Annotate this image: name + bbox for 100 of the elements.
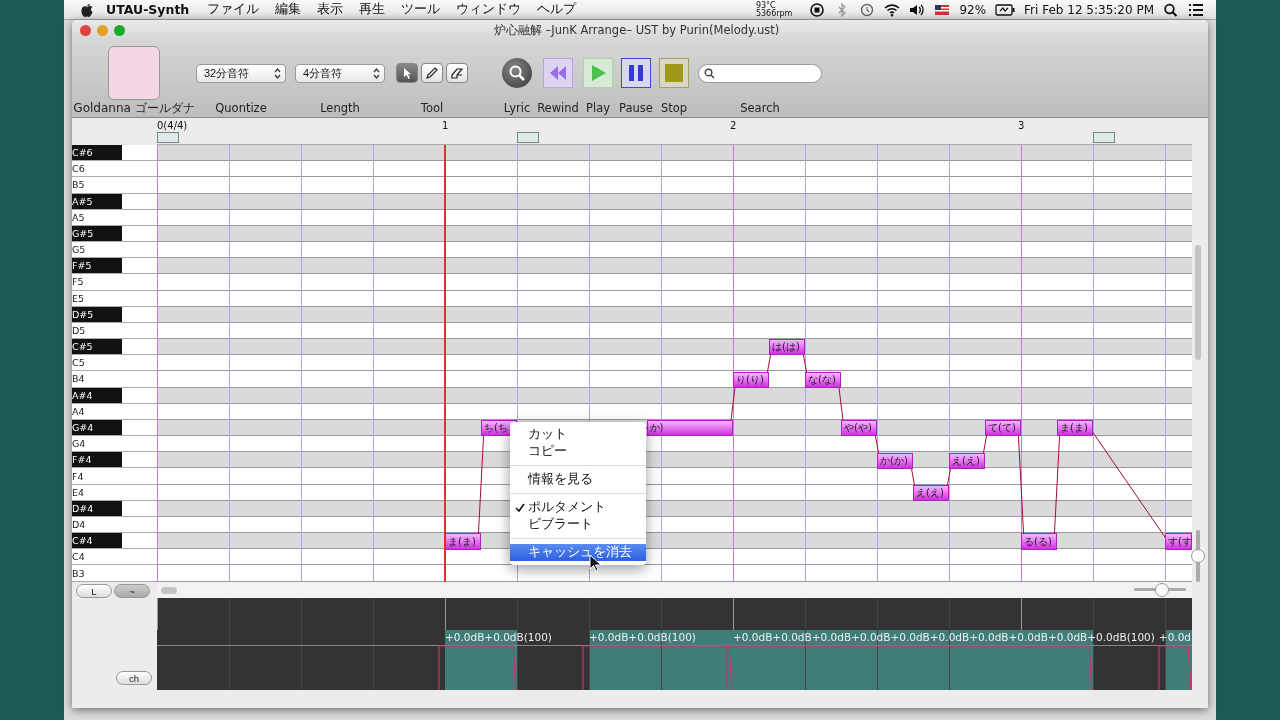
piano-key[interactable]: C5 bbox=[72, 357, 85, 369]
envelope-panel[interactable]: +0.0dB+0.0dB(100) +0.0dB+0.0dB(100) +0.0dB+0.0dB+0.0dB+0.0dB+0.0dB+0.0dB+0.0dB+0.0dB+0.0dB+0.0dB(100) +0.0d bbox=[157, 598, 1192, 690]
toggle-button[interactable]: ~ bbox=[114, 584, 150, 598]
envelope-curve[interactable] bbox=[582, 645, 733, 690]
piano-key[interactable]: C#5 bbox=[72, 339, 122, 355]
apple-icon[interactable] bbox=[80, 1, 94, 18]
scrollbar-thumb[interactable] bbox=[161, 586, 177, 594]
menu-item[interactable]: ビブラート bbox=[510, 516, 646, 533]
menu-item[interactable]: 情報を見る bbox=[510, 471, 646, 488]
play-button[interactable] bbox=[583, 58, 613, 88]
vertical-zoom-slider[interactable] bbox=[1191, 530, 1205, 582]
tempo-marker[interactable] bbox=[157, 132, 179, 143]
avatar-placeholder[interactable] bbox=[108, 46, 160, 100]
wifi-icon[interactable] bbox=[884, 2, 901, 17]
envelope-curve[interactable] bbox=[1158, 645, 1192, 690]
piano-key[interactable]: B5 bbox=[72, 179, 85, 191]
record-icon[interactable] bbox=[809, 2, 826, 17]
note-block[interactable]: か) bbox=[646, 420, 733, 437]
measure-label: 0(4/4) bbox=[157, 120, 188, 131]
menu-item[interactable]: 再生 bbox=[359, 1, 386, 18]
scrollbar-thumb[interactable] bbox=[1195, 245, 1201, 360]
app-menu[interactable]: UTAU-Synth bbox=[106, 2, 190, 17]
pointer-tool-button[interactable] bbox=[396, 63, 418, 83]
note-block[interactable]: は(は) bbox=[769, 339, 805, 356]
note-block[interactable]: て(て) bbox=[985, 420, 1021, 437]
menu-item[interactable]: コピー bbox=[510, 443, 646, 460]
eraser-icon bbox=[451, 67, 463, 79]
piano-key[interactable]: C6 bbox=[72, 163, 85, 175]
lyric-search-button[interactable] bbox=[502, 58, 532, 88]
sensor-readout[interactable]: 93°C 5366rpm bbox=[755, 1, 793, 18]
piano-key[interactable]: B3 bbox=[72, 567, 85, 579]
flag-icon[interactable] bbox=[934, 2, 951, 17]
piano-key[interactable]: C4 bbox=[72, 551, 85, 563]
piano-key[interactable]: C#6 bbox=[72, 145, 122, 161]
status-text[interactable]: Fri Feb 12 5:35:20 PM bbox=[1024, 2, 1154, 17]
note-length-dropdown[interactable]: 32分音符 bbox=[196, 63, 286, 83]
pause-button[interactable] bbox=[621, 58, 651, 88]
piano-key[interactable]: F5 bbox=[72, 276, 84, 288]
piano-key[interactable]: B4 bbox=[72, 373, 85, 385]
clock-icon[interactable] bbox=[859, 2, 876, 17]
magnifier-icon bbox=[508, 64, 526, 82]
menu-item[interactable]: 編集 bbox=[275, 1, 302, 18]
timeline-ruler[interactable]: 0(4/4) 1 2 3 bbox=[157, 118, 1192, 145]
close-button[interactable] bbox=[80, 24, 91, 36]
envelope-curve[interactable] bbox=[438, 645, 517, 690]
search-icon[interactable] bbox=[1163, 2, 1179, 17]
pencil-tool-button[interactable] bbox=[421, 63, 443, 83]
note-block[interactable]: り(り) bbox=[733, 371, 769, 388]
minimize-button[interactable] bbox=[97, 24, 108, 36]
note-block[interactable]: や(や) bbox=[841, 420, 877, 437]
slider-thumb[interactable] bbox=[1154, 583, 1169, 597]
menu-item[interactable]: ポルタメント bbox=[510, 499, 646, 516]
slider-thumb[interactable] bbox=[1191, 549, 1205, 563]
stop-icon bbox=[664, 63, 684, 83]
list-icon[interactable] bbox=[1188, 2, 1204, 17]
battery-icon[interactable] bbox=[995, 2, 1016, 17]
toolbar-label: Goldanna ゴールダナ bbox=[73, 102, 195, 115]
piano-key[interactable]: F#5 bbox=[72, 258, 122, 274]
piano-key[interactable]: F4 bbox=[72, 470, 84, 482]
stop-button[interactable] bbox=[659, 58, 689, 88]
status-text[interactable]: 92% bbox=[959, 2, 987, 17]
piano-key[interactable]: A4 bbox=[72, 405, 85, 417]
search-icon bbox=[704, 67, 715, 79]
tempo-marker[interactable] bbox=[1093, 132, 1115, 143]
piano-key[interactable]: E5 bbox=[72, 292, 85, 304]
menu-item[interactable]: ファイル bbox=[207, 1, 260, 18]
envelope-label: +0.0dB+0.0dB(100) bbox=[445, 631, 552, 643]
piano-key[interactable]: D5 bbox=[72, 324, 86, 336]
horizontal-scrollbar[interactable] bbox=[157, 582, 1192, 598]
toggle-button[interactable]: L bbox=[76, 584, 112, 598]
piano-key[interactable]: G5 bbox=[72, 244, 86, 256]
envelope-label: +0.0d bbox=[1158, 631, 1191, 643]
menu-item[interactable]: 表示 bbox=[317, 1, 344, 18]
piano-key[interactable]: A5 bbox=[72, 211, 85, 223]
rewind-button[interactable] bbox=[543, 58, 573, 88]
channel-button[interactable]: ch bbox=[116, 671, 152, 685]
toolbar-label: Pause bbox=[619, 102, 653, 115]
toolbar-label: Tool bbox=[420, 102, 444, 115]
note-block[interactable]: な(な) bbox=[805, 371, 841, 388]
tempo-marker[interactable] bbox=[517, 132, 539, 143]
note-length-dropdown[interactable]: 4分音符 bbox=[295, 63, 385, 83]
menu-item[interactable]: ツール bbox=[401, 1, 441, 18]
search-field[interactable] bbox=[698, 63, 822, 83]
menu-item[interactable]: ヘルプ bbox=[537, 1, 577, 18]
eraser-tool-button[interactable] bbox=[446, 63, 468, 83]
zoom-button[interactable] bbox=[114, 24, 125, 36]
window-title: 炉心融解 –JunK Arrange– UST by Purin(Melody.ust) bbox=[492, 22, 781, 38]
menu-item[interactable]: ウィンドウ bbox=[456, 1, 522, 18]
piano-key[interactable]: E4 bbox=[72, 486, 85, 498]
toolbar-label: Length bbox=[320, 102, 360, 115]
note-block[interactable]: ま(ま) bbox=[1057, 420, 1093, 437]
pause-icon bbox=[626, 63, 646, 83]
piano-key[interactable]: D4 bbox=[72, 519, 86, 531]
toolbar-label: Quontize bbox=[215, 102, 267, 115]
piano-key[interactable]: F#4 bbox=[72, 452, 122, 468]
speaker-icon[interactable] bbox=[909, 2, 926, 17]
piano-key[interactable]: C#4 bbox=[72, 533, 122, 549]
zoom-slider[interactable] bbox=[1134, 583, 1186, 597]
piano-key[interactable]: G4 bbox=[72, 438, 86, 450]
toolbar-label: Lyric bbox=[503, 102, 531, 115]
